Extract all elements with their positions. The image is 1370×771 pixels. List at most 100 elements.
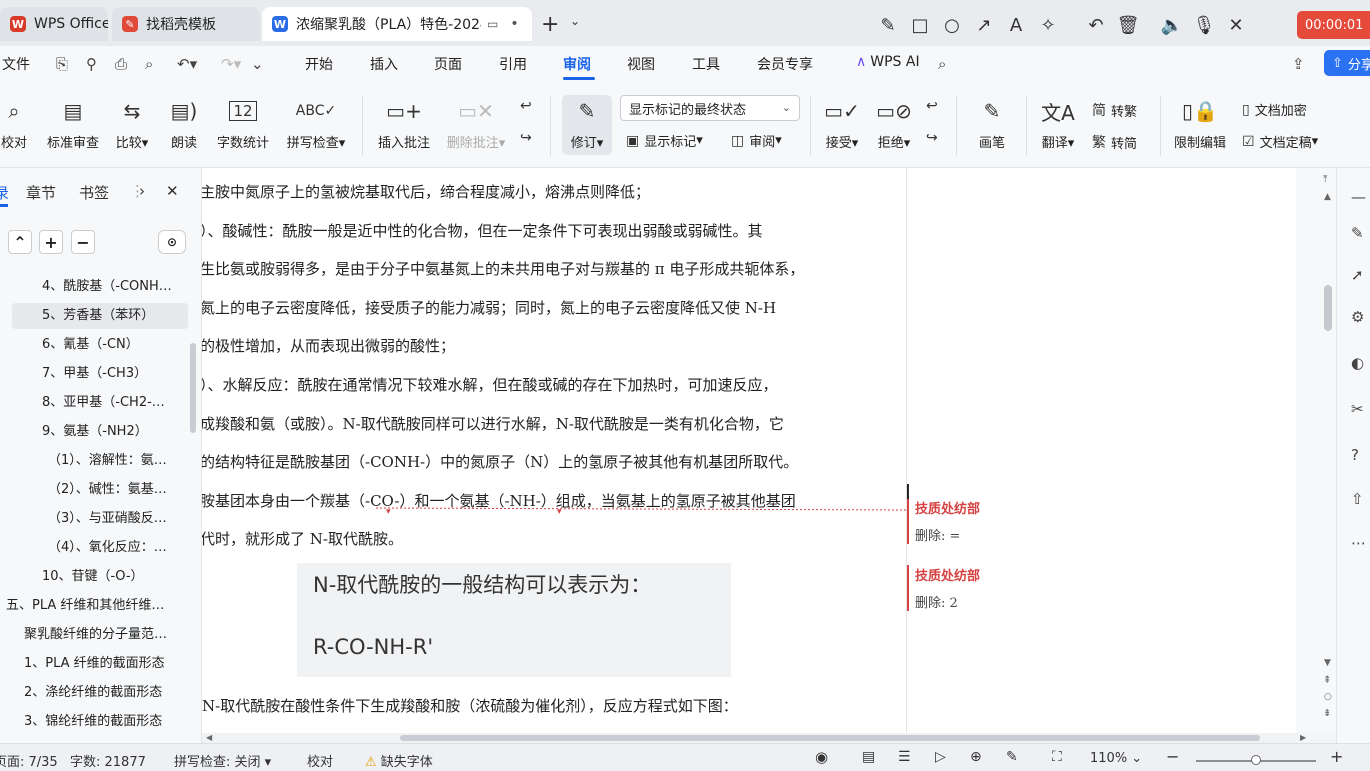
proofread-button[interactable]: ⌕ 校对 [0,96,30,151]
word-count-button[interactable]: 12 字数统计 [214,96,272,151]
scroll-down-icon[interactable]: ▼ [1324,658,1331,668]
menu-wps-ai[interactable]: ∧ WPS AI [856,54,920,70]
toc-item[interactable]: 五、PLA 纤维和其他纤维… [6,593,164,619]
toc-item[interactable]: 9、氨基（-NH2） [42,419,148,445]
standard-review-button[interactable]: ▤ 标准审查 [44,96,102,151]
recording-timer[interactable]: 00:00:01 [1297,11,1370,39]
tab-close-dot[interactable]: • [510,16,518,32]
doc-finalize-button[interactable]: ☑ 文档定稿 ▾ [1242,132,1318,152]
toc-item[interactable]: 7、甲基（-CH3） [42,361,147,387]
tab-bookmarks[interactable]: 书签 [79,182,109,203]
toc-item[interactable]: 2、涤纶纤维的截面形态 [24,680,162,706]
collapse-all-button[interactable]: − [71,230,95,254]
tab-wps-office[interactable]: W WPS Office [0,7,108,41]
vertical-scrollbar-thumb[interactable] [1324,285,1332,331]
speaker-icon[interactable]: 🔈 [1156,15,1188,36]
proofread-status[interactable]: 校对 [307,751,333,770]
select-browse-icon[interactable]: ○ [1324,692,1332,702]
toc-item[interactable]: 6、氰基（-CN） [42,332,139,358]
next-page-icon[interactable]: ⇟ [1323,708,1331,719]
print-icon[interactable]: ⎙ [115,55,127,73]
web-view-icon[interactable]: ⊕ [970,749,982,765]
next-comment-icon[interactable]: ↪ [520,130,537,146]
rectangle-icon[interactable]: □ [904,15,936,36]
page-indicator[interactable]: 页面: 7/35 [0,751,58,770]
review-pane-button[interactable]: ◫ 审阅 ▾ [731,131,782,151]
outline-view-icon[interactable]: ☰ [898,749,911,765]
tab-docer-templates[interactable]: ✎ 找稻壳模板 [112,7,260,41]
pen-button[interactable]: ✎ 画笔 [972,96,1012,151]
insert-comment-button[interactable]: ▭+ 插入批注 [375,96,433,151]
toc-options-button[interactable]: ⊙ [158,230,186,254]
menu-member[interactable]: 会员专享 [757,54,813,74]
sidebar-share-icon[interactable]: ⇧ [1351,490,1364,508]
sidebar-pen-icon[interactable]: ✎ [1351,224,1364,242]
share-button[interactable]: ⇧ 分享 [1324,50,1370,76]
comment-card[interactable]: 技质处纺部 删除: = [907,498,1027,544]
comment-card[interactable]: 技质处纺部 删除: 2 [907,565,1027,611]
toc-item[interactable]: （1）、溶解性：氨… [48,448,167,474]
menu-references[interactable]: 引用 [499,54,527,74]
trash-icon[interactable]: 🗑 [1112,15,1144,36]
scroll-left-icon[interactable]: ◀ [206,733,212,742]
toc-item[interactable]: （2）、碱性：氨基… [48,477,167,503]
sidebar-more-icon[interactable]: ⋯ [1351,534,1366,552]
delete-comment-button[interactable]: ▭✕ 删除批注▾ [443,96,509,151]
sidebar-pointer-icon[interactable]: ➚ [1351,266,1364,284]
scroll-top-icon[interactable]: ⤒ [1323,174,1327,185]
to-simplified-button[interactable]: 繁 转简 [1092,132,1137,152]
menu-page[interactable]: 页面 [434,54,462,74]
zoom-out-icon[interactable]: − [1166,747,1179,766]
scroll-up-icon[interactable]: ▲ [1324,192,1331,202]
panel-scrollbar[interactable] [190,343,196,433]
sidebar-settings-icon[interactable]: ⚙ [1351,308,1364,326]
cloud-upload-icon[interactable]: ⇪ [1292,55,1305,73]
toc-item[interactable]: 8、亚甲基（-CH2-… [42,390,165,416]
fit-page-icon[interactable]: ⛶ [1052,749,1062,765]
undo-icon[interactable]: ↶▾ [177,55,197,73]
sidebar-palette-icon[interactable]: ◐ [1351,354,1364,372]
close-icon[interactable]: ✕ [1220,15,1252,36]
toc-item[interactable]: 5、芳香基（苯环） [12,303,188,329]
pen-icon[interactable]: ✎ [872,15,904,36]
menu-tools[interactable]: 工具 [692,54,720,74]
menu-insert[interactable]: 插入 [370,54,398,74]
eye-icon[interactable]: ◉ [815,748,828,766]
menu-file[interactable]: 文件 [2,54,30,74]
search-icon[interactable]: ⌕ [938,55,946,73]
to-traditional-button[interactable]: 简 转繁 [1092,100,1137,120]
toc-item[interactable]: 1、PLA 纤维的截面形态 [24,651,165,677]
menu-review[interactable]: 审阅 [563,54,591,74]
translate-button[interactable]: 文A 翻译▾ [1038,96,1078,152]
compare-button[interactable]: ⇆ 比较▾ [110,96,154,151]
microphone-icon[interactable]: 🎙 [1188,15,1220,36]
toc-item[interactable]: （3）、与亚硝酸反… [48,506,167,532]
word-count-status[interactable]: 字数: 21877 [70,751,146,770]
menu-home[interactable]: 开始 [305,54,333,74]
tab-chapters[interactable]: 章节 [26,182,56,203]
chevron-right-icon[interactable]: › [139,182,145,200]
new-tab-button[interactable]: + [541,12,559,37]
play-icon[interactable]: ▷ [935,749,946,765]
markup-mode-select[interactable]: 显示标记的最终状态 ⌄ [620,95,800,121]
tab-contents[interactable]: 录 [0,182,9,203]
scroll-right-icon[interactable]: ▶ [1300,733,1306,742]
previous-change-icon[interactable]: ↩ [926,98,943,114]
redo-icon[interactable]: ↷▾ [221,55,241,73]
zoom-slider-handle[interactable] [1251,755,1261,765]
document-page[interactable]: 主胺中氮原子上的氢被烷基取代后，缔合程度减小，熔沸点则降低； ）、酸碱性：酰胺一般… [202,168,906,733]
collapse-up-button[interactable]: ⌃ [8,230,32,254]
accept-button[interactable]: ▭✓ 接受▾ [822,96,862,151]
zoom-level[interactable]: 110% ⌄ [1090,751,1142,766]
expand-all-button[interactable]: + [39,230,63,254]
undo-icon[interactable]: ↶ [1080,15,1112,36]
sidebar-tools-icon[interactable]: ✂ [1351,400,1364,418]
show-markup-button[interactable]: ▣ 显示标记 ▾ [626,131,703,151]
previous-comment-icon[interactable]: ↩ [520,98,537,114]
magic-wand-icon[interactable]: ✧ [1032,15,1064,36]
next-change-icon[interactable]: ↪ [926,130,943,146]
toc-item[interactable]: （4）、氧化反应：… [48,535,167,561]
toc-item[interactable]: 4、酰胺基（-CONH… [42,274,172,300]
spell-check-status[interactable]: 拼写检查: 关闭 ▾ [174,751,271,770]
toc-item[interactable]: 3、锦纶纤维的截面形态 [24,709,162,735]
